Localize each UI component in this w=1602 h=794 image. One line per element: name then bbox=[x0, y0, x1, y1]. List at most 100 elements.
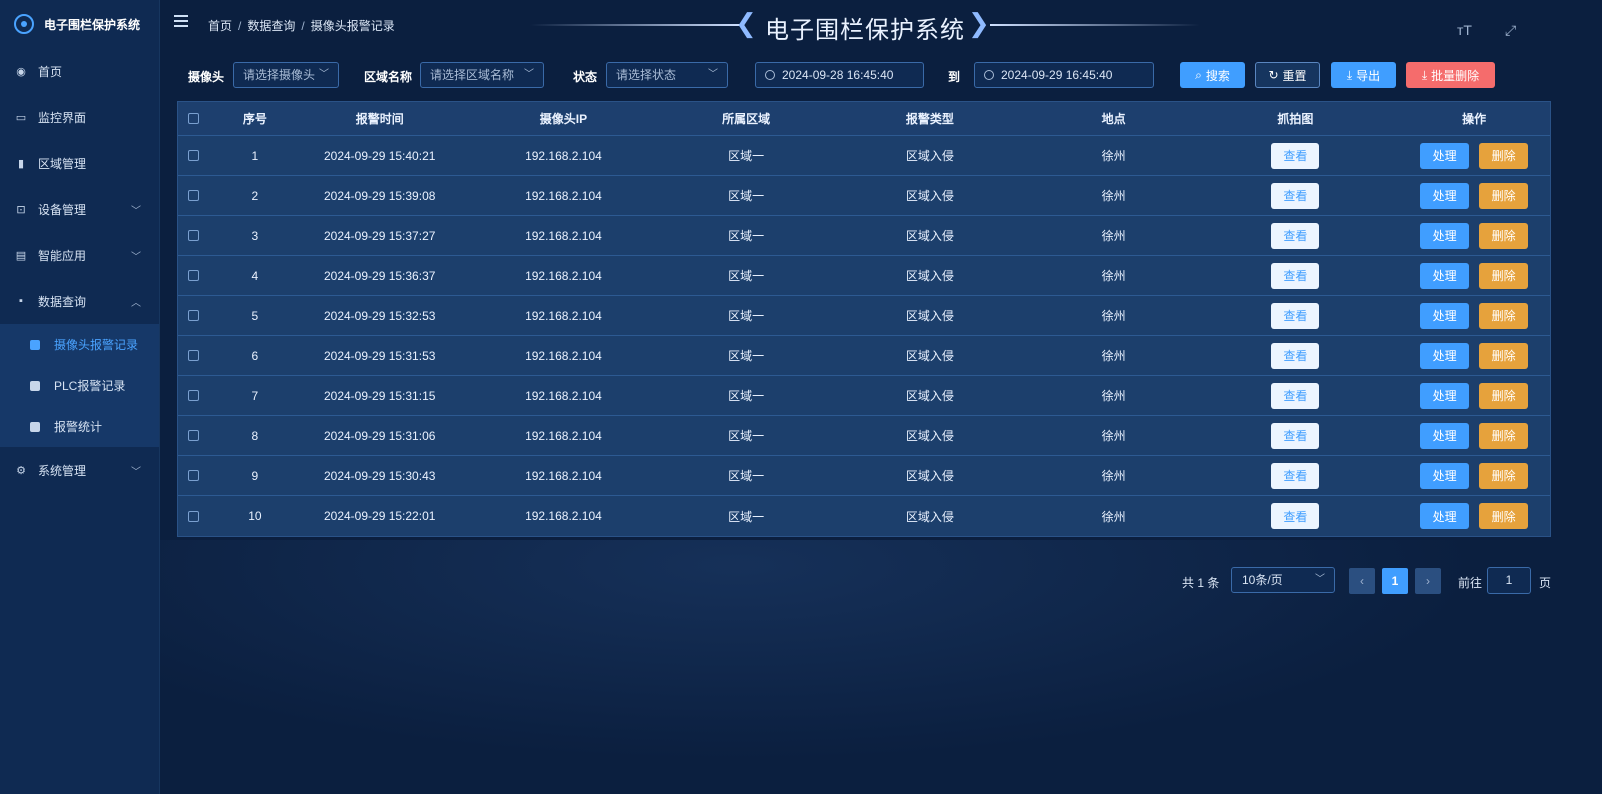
cell-time: 2024-09-29 15:40:21 bbox=[323, 148, 436, 163]
area-select[interactable]: 请选择区域名称 ﹀ bbox=[420, 62, 544, 88]
view-snapshot-button[interactable]: 查看 bbox=[1271, 342, 1320, 369]
cell-time: 2024-09-29 15:30:43 bbox=[323, 468, 436, 483]
row-checkbox[interactable] bbox=[188, 350, 200, 361]
view-snapshot-button[interactable]: 查看 bbox=[1271, 222, 1320, 249]
cell-area: 区域一 bbox=[728, 189, 765, 203]
goto-page-input[interactable]: 1 bbox=[1487, 567, 1531, 594]
view-snapshot-button[interactable]: 查看 bbox=[1271, 422, 1320, 449]
sidebar-item-monitor[interactable]: ▭ 监控界面 bbox=[0, 94, 159, 140]
view-snapshot-button[interactable]: 查看 bbox=[1271, 182, 1320, 209]
table-header: 序号 报警时间 摄像头IP 所属区域 报警类型 地点 抓拍图 操作 bbox=[178, 102, 1550, 136]
row-checkbox[interactable] bbox=[188, 190, 200, 201]
delete-button[interactable]: 删除 bbox=[1479, 262, 1529, 289]
sidebar-subitem-label: PLC报警记录 bbox=[54, 379, 126, 393]
sidebar-item-label: 智能应用 bbox=[38, 248, 87, 263]
sidebar-item-system[interactable]: ⚙ 系统管理 ﹀ bbox=[0, 447, 159, 493]
cell-area: 区域一 bbox=[728, 309, 765, 323]
sidebar-item-smart-app[interactable]: ▤ 智能应用 ﹀ bbox=[0, 232, 159, 278]
view-snapshot-button[interactable]: 查看 bbox=[1271, 382, 1320, 409]
delete-button[interactable]: 删除 bbox=[1479, 342, 1529, 369]
start-date-input[interactable]: 2024-09-28 16:45:40 bbox=[755, 62, 924, 88]
cell-location: 徐州 bbox=[1101, 149, 1126, 163]
pagination-total: 共 1 条 bbox=[1182, 576, 1220, 590]
export-button[interactable]: ⤓ 导出 bbox=[1331, 62, 1396, 88]
fullscreen-icon[interactable]: ⤢ bbox=[1505, 22, 1516, 39]
view-snapshot-button[interactable]: 查看 bbox=[1271, 302, 1320, 329]
handle-button[interactable]: 处理 bbox=[1420, 262, 1470, 289]
status-select[interactable]: 请选择状态 ﹀ bbox=[606, 62, 728, 88]
sidebar-subitem-camera-alarm[interactable]: 摄像头报警记录 bbox=[0, 324, 159, 365]
sidebar-subitem-label: 报警统计 bbox=[54, 420, 103, 434]
next-page-button[interactable]: › bbox=[1415, 568, 1441, 594]
view-snapshot-button[interactable]: 查看 bbox=[1271, 503, 1320, 529]
row-checkbox[interactable] bbox=[188, 510, 200, 522]
sidebar-item-data-query[interactable]: ▪ 数据查询 ︿ bbox=[0, 278, 159, 324]
delete-button[interactable]: 删除 bbox=[1479, 302, 1529, 329]
sidebar-item-area[interactable]: ▮ 区域管理 bbox=[0, 140, 159, 186]
menu-toggle-icon[interactable] bbox=[174, 15, 188, 27]
chevron-down-icon: ﹀ bbox=[319, 69, 329, 80]
page-unit-label: 页 bbox=[1539, 576, 1552, 590]
sidebar-item-label: 监控界面 bbox=[38, 110, 87, 125]
cell-no: 2 bbox=[251, 188, 259, 203]
breadcrumb-home[interactable]: 首页 bbox=[208, 19, 232, 33]
handle-button[interactable]: 处理 bbox=[1420, 182, 1470, 209]
document-icon: ▮ bbox=[17, 157, 25, 170]
delete-button[interactable]: 删除 bbox=[1479, 222, 1529, 249]
handle-button[interactable]: 处理 bbox=[1420, 382, 1470, 409]
end-date-input[interactable]: 2024-09-29 16:45:40 bbox=[974, 62, 1154, 88]
row-checkbox[interactable] bbox=[188, 470, 200, 481]
row-checkbox[interactable] bbox=[188, 430, 200, 441]
table-row: 3 2024-09-29 15:37:27 192.168.2.104 区域一 区域入侵… bbox=[178, 216, 1550, 256]
delete-button[interactable]: 删除 bbox=[1479, 142, 1529, 169]
chat-icon: ▪ bbox=[19, 295, 23, 307]
row-checkbox[interactable] bbox=[188, 230, 200, 241]
delete-button[interactable]: 删除 bbox=[1479, 382, 1529, 409]
handle-button[interactable]: 处理 bbox=[1420, 462, 1470, 489]
search-button[interactable]: ⌕ 搜索 bbox=[1180, 62, 1245, 88]
column-header-area: 所属区域 bbox=[722, 112, 771, 126]
camera-select[interactable]: 请选择摄像头 ﹀ bbox=[233, 62, 339, 88]
view-snapshot-button[interactable]: 查看 bbox=[1271, 262, 1320, 289]
row-checkbox[interactable] bbox=[188, 270, 200, 281]
app-icon: ▤ bbox=[15, 249, 27, 262]
handle-button[interactable]: 处理 bbox=[1420, 142, 1470, 169]
handle-button[interactable]: 处理 bbox=[1420, 503, 1470, 529]
cell-location: 徐州 bbox=[1101, 429, 1126, 443]
delete-button[interactable]: 删除 bbox=[1479, 462, 1529, 489]
page-size-select[interactable]: 10条/页 ﹀ bbox=[1231, 567, 1335, 593]
view-snapshot-button[interactable]: 查看 bbox=[1271, 142, 1320, 169]
delete-button[interactable]: 删除 bbox=[1479, 503, 1529, 529]
reset-button[interactable]: ↻ 重置 bbox=[1255, 62, 1320, 88]
handle-button[interactable]: 处理 bbox=[1420, 422, 1470, 449]
cell-ip: 192.168.2.104 bbox=[525, 348, 602, 363]
device-icon: ⊡ bbox=[16, 203, 26, 216]
sidebar-subitem-alarm-stats[interactable]: 报警统计 bbox=[0, 406, 159, 447]
view-snapshot-button[interactable]: 查看 bbox=[1271, 462, 1320, 489]
table-row: 2 2024-09-29 15:39:08 192.168.2.104 区域一 区域入侵… bbox=[178, 176, 1550, 216]
cell-time: 2024-09-29 15:36:37 bbox=[323, 268, 436, 283]
handle-button[interactable]: 处理 bbox=[1420, 342, 1470, 369]
page-number-current[interactable]: 1 bbox=[1382, 568, 1408, 594]
sidebar-item-home[interactable]: ◉ 首页 bbox=[0, 48, 159, 94]
search-icon: ⌕ bbox=[1195, 67, 1202, 82]
cell-time: 2024-09-29 15:32:53 bbox=[323, 308, 436, 323]
logo-icon bbox=[14, 14, 34, 34]
font-size-icon[interactable]: ᴛT bbox=[1457, 22, 1472, 38]
cell-no: 6 bbox=[251, 348, 259, 363]
row-checkbox[interactable] bbox=[188, 150, 200, 161]
sidebar-subitem-plc-alarm[interactable]: PLC报警记录 bbox=[0, 365, 159, 406]
handle-button[interactable]: 处理 bbox=[1420, 302, 1470, 329]
delete-button[interactable]: 删除 bbox=[1479, 182, 1529, 209]
select-all-checkbox[interactable] bbox=[188, 113, 200, 124]
prev-page-button[interactable]: ‹ bbox=[1349, 568, 1375, 594]
batch-delete-button[interactable]: ⤓ 批量删除 bbox=[1406, 62, 1495, 88]
row-checkbox[interactable] bbox=[188, 310, 200, 321]
sidebar-item-device[interactable]: ⊡ 设备管理 ﹀ bbox=[0, 186, 159, 232]
row-checkbox[interactable] bbox=[188, 390, 200, 401]
record-icon bbox=[30, 339, 40, 350]
column-header-location: 地点 bbox=[1101, 112, 1126, 126]
breadcrumb-level1[interactable]: 数据查询 bbox=[247, 19, 295, 33]
delete-button[interactable]: 删除 bbox=[1479, 422, 1529, 449]
handle-button[interactable]: 处理 bbox=[1420, 222, 1470, 249]
